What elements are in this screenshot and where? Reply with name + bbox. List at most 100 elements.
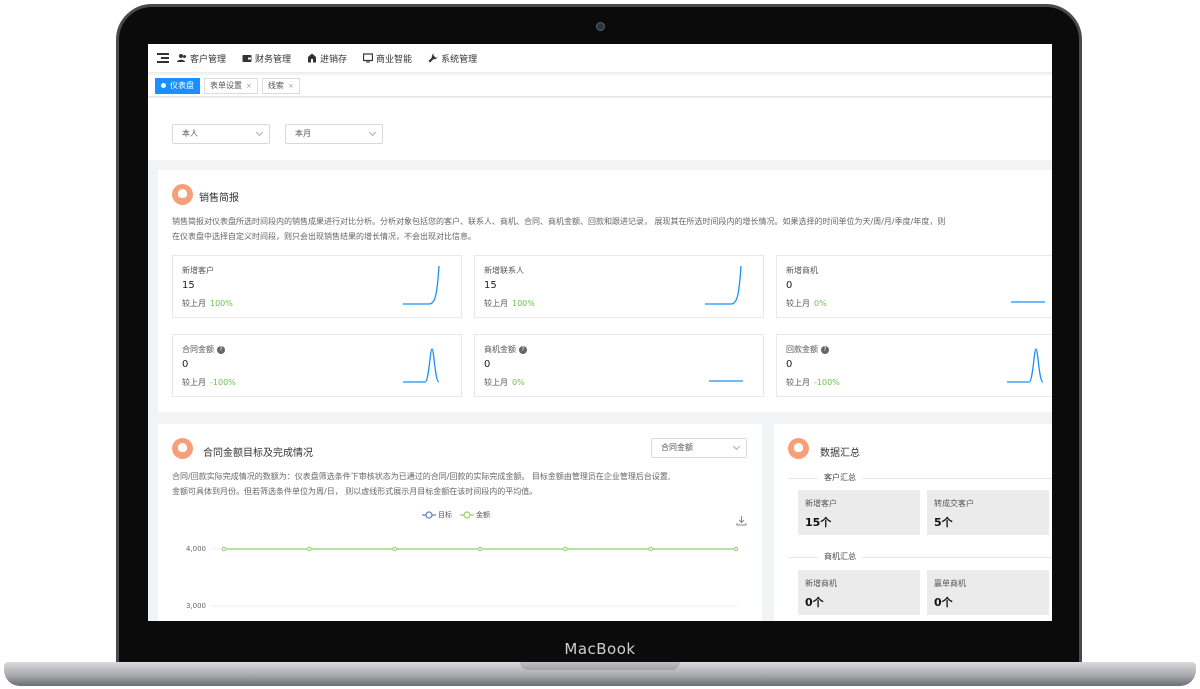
nav-item-system[interactable]: 系统管理: [428, 52, 477, 65]
description-line: 金额可具体到月份。但若筛选条件单位为周/日， 则以虚线形式展示月目标金额在该时间…: [172, 487, 538, 496]
period-select[interactable]: 本月: [285, 124, 383, 144]
nav-item-finance[interactable]: 财务管理: [242, 52, 291, 65]
chart-legend: 目标 金额: [422, 510, 498, 520]
stat-percent: 100%: [512, 299, 535, 308]
data-point[interactable]: [648, 546, 653, 552]
stat-value: 0: [484, 359, 491, 370]
wallet-icon: [242, 55, 252, 62]
webcam: [596, 22, 605, 31]
stat-label: 新增商机: [786, 266, 818, 275]
data-point[interactable]: [477, 546, 483, 552]
nav-item-label: 客户管理: [190, 54, 227, 65]
panel-description: 销售简报对仪表盘所选时间段内的销售成果进行对比分析。分析对象包括您的客户、联系人…: [172, 214, 1052, 244]
summary-card-won-opportunities[interactable]: 赢单商机 0个: [927, 570, 1049, 615]
stat-label: 新增联系人: [484, 266, 524, 275]
stat-card-contract-amount[interactable]: 合同金额? 0 较上月 -100%: [172, 334, 462, 397]
tab-dashboard[interactable]: 仪表盘: [155, 77, 200, 94]
legend-item-target[interactable]: 目标: [422, 510, 452, 520]
nav-item-label: 财务管理: [255, 54, 292, 65]
summary-card-label: 转成交客户: [934, 499, 974, 508]
nav-item-label: 进销存: [320, 54, 348, 65]
stat-card-opportunity-amount[interactable]: 商机金额? 0 较上月 0%: [474, 334, 764, 397]
tab-leads[interactable]: 线索 ×: [261, 77, 300, 94]
stat-card-new-customers[interactable]: 新增客户 15 较上月 100%: [172, 255, 462, 318]
summary-card-label: 赢单商机: [934, 579, 966, 588]
laptop-notch: [520, 662, 680, 670]
legend-label: 金额: [476, 511, 490, 519]
y-tick-label: 3,000: [186, 602, 206, 610]
sparkline: [709, 380, 743, 382]
compare-label: 较上月: [484, 378, 508, 387]
stat-label-text: 合同金额: [182, 345, 214, 354]
stat-compare: 较上月 100%: [484, 298, 535, 309]
help-icon[interactable]: ?: [217, 345, 225, 354]
data-point[interactable]: [392, 546, 397, 552]
sales-brief-icon: [172, 184, 193, 205]
data-point[interactable]: [733, 546, 739, 552]
stat-percent: -100%: [814, 378, 840, 387]
compare-label: 较上月: [786, 299, 810, 308]
summary-card-value: 0个: [805, 596, 824, 609]
metric-select-value: 合同金额: [661, 443, 693, 452]
menu-toggle-icon[interactable]: [157, 53, 169, 63]
nav-item-customers[interactable]: 客户管理: [177, 52, 226, 65]
stat-value: 15: [182, 280, 195, 291]
summary-card-new-customers[interactable]: 新增客户 15个: [798, 490, 920, 535]
stat-value: 0: [182, 359, 189, 370]
stat-label-text: 回款金额: [786, 345, 818, 354]
device-brand-label: MacBook: [564, 640, 636, 658]
summary-card-value: 0个: [934, 596, 953, 609]
contract-goal-panel: 合同金额目标及完成情况 合同金额 合同/回款实际完成情况的数额为：仪表盘筛选条件…: [158, 424, 762, 621]
laptop-frame: 客户管理 财务管理 进销存 商业智能 系统管理 仪表盘 表单设置 × 线索 × …: [0, 0, 1200, 689]
stat-card-new-opportunities[interactable]: 新增商机 0 较上月 0%: [776, 255, 1052, 318]
compare-label: 较上月: [182, 299, 206, 308]
stat-label: 合同金额?: [182, 344, 225, 355]
tab-form-settings[interactable]: 表单设置 ×: [204, 77, 258, 94]
sparkline: [705, 266, 742, 305]
panel-title: 销售简报: [199, 193, 239, 204]
summary-card-new-opportunities[interactable]: 新增商机 0个: [798, 570, 920, 615]
panel-description: 合同/回款实际完成情况的数额为：仪表盘筛选条件下审核状态为已通过的合同/回款的实…: [172, 469, 757, 499]
close-icon[interactable]: ×: [246, 79, 252, 93]
scope-select[interactable]: 本人: [172, 124, 270, 144]
stat-card-payment-amount[interactable]: 回款金额? 0 较上月 -100%: [776, 334, 1052, 397]
nav-item-bi[interactable]: 商业智能: [363, 52, 412, 65]
metric-select[interactable]: 合同金额: [651, 438, 747, 458]
app-screen: 客户管理 财务管理 进销存 商业智能 系统管理 仪表盘 表单设置 × 线索 × …: [148, 44, 1052, 621]
stat-percent: -100%: [210, 378, 236, 387]
stat-value: 0: [786, 359, 793, 370]
close-icon[interactable]: ×: [288, 79, 294, 93]
help-icon[interactable]: ?: [821, 345, 829, 354]
legend-item-amount[interactable]: 金额: [460, 510, 490, 520]
download-icon[interactable]: [736, 515, 747, 526]
data-summary-panel: 数据汇总 客户汇总 新增客户 15个 转成交客户 5个 商机汇总 新增商机 0个…: [774, 424, 1052, 621]
nav-item-inventory[interactable]: 进销存: [307, 52, 347, 65]
contract-goal-chart: 4,000 3,000: [186, 545, 739, 610]
data-point[interactable]: [563, 546, 568, 552]
data-summary-icon: [788, 438, 809, 459]
panel-title: 数据汇总: [820, 448, 860, 459]
summary-card-value: 5个: [934, 516, 953, 529]
chevron-down-icon: [732, 442, 741, 451]
tab-label: 表单设置: [210, 80, 242, 90]
compare-label: 较上月: [786, 378, 810, 387]
stat-percent: 0%: [512, 378, 525, 387]
data-point[interactable]: [221, 546, 227, 552]
period-select-value: 本月: [295, 129, 311, 138]
contract-goal-icon: [172, 438, 193, 459]
panel-title: 合同金额目标及完成情况: [203, 448, 313, 459]
store-icon: [308, 53, 317, 63]
stat-compare: 较上月 -100%: [786, 377, 840, 388]
stat-value: 0: [786, 280, 793, 291]
stat-label-text: 商机金额: [484, 345, 516, 354]
description-line: 销售简报对仪表盘所选时间段内的销售成果进行对比分析。分析对象包括您的客户、联系人…: [172, 217, 946, 226]
tab-bar: 仪表盘 表单设置 × 线索 ×: [148, 75, 1052, 97]
stat-label: 商机金额?: [484, 344, 527, 355]
stat-card-new-contacts[interactable]: 新增联系人 15 较上月 100%: [474, 255, 764, 318]
data-point[interactable]: [307, 546, 312, 552]
legend-swatch: [460, 511, 474, 519]
active-dot-icon: [161, 83, 166, 88]
stat-label: 新增客户: [182, 266, 214, 275]
summary-card-converted-customers[interactable]: 转成交客户 5个: [927, 490, 1049, 535]
help-icon[interactable]: ?: [519, 345, 527, 354]
